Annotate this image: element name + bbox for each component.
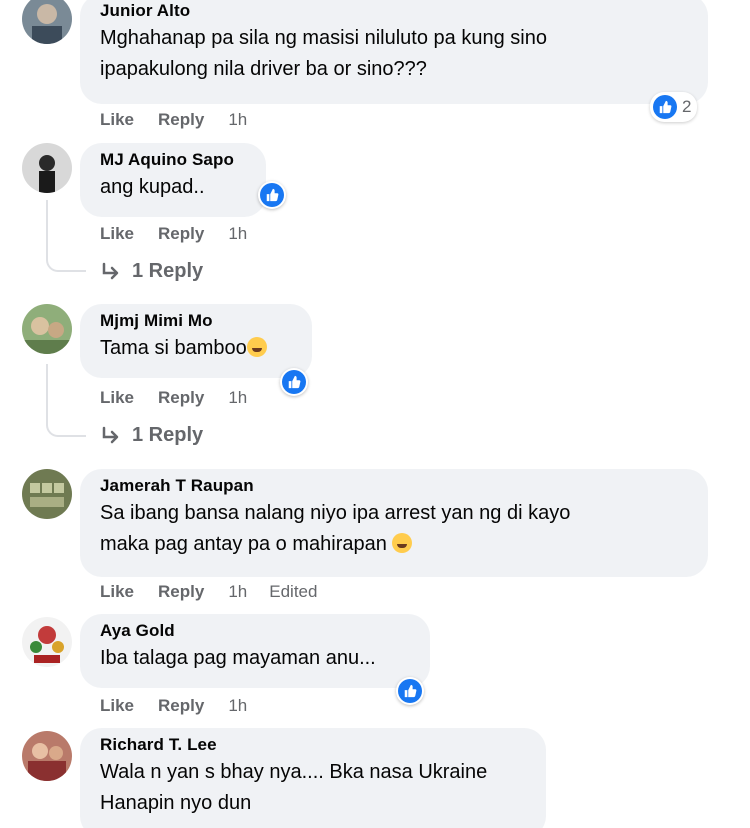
comment-timestamp[interactable]: 1h (228, 224, 247, 244)
like-link[interactable]: Like (100, 388, 134, 408)
comment-text-line: Iba talaga pag mayaman anu... (100, 647, 376, 669)
thumbs-up-icon[interactable] (258, 181, 286, 209)
thumbs-up-icon[interactable] (280, 368, 308, 396)
comment-text-line: ipapakulong nila driver ba or sino??? (100, 58, 427, 80)
edited-label[interactable]: Edited (269, 582, 317, 602)
thumbs-up-icon[interactable] (396, 677, 424, 705)
comment-author[interactable]: MJ Aquino Sapo (100, 150, 246, 170)
like-link[interactable]: Like (100, 224, 134, 244)
comment-bubble: Junior Alto Mghahanap pa sila ng masisi … (80, 0, 708, 104)
thread-connector (46, 364, 86, 437)
replies-count-label[interactable]: 1 Reply (132, 424, 203, 447)
comment-text-line: maka pag antay pa o mahirapan (100, 533, 387, 555)
comment-timestamp[interactable]: 1h (228, 582, 247, 602)
comment-bubble: MJ Aquino Sapo ang kupad.. (80, 143, 266, 217)
reply-link[interactable]: Reply (158, 388, 204, 408)
comment-text-line: Sa ibang bansa nalang niyo ipa arrest ya… (100, 502, 571, 524)
avatar[interactable] (22, 469, 72, 519)
thumbs-up-icon (652, 94, 678, 120)
comment-bubble: Aya Gold Iba talaga pag mayaman anu... (80, 614, 430, 688)
like-link[interactable]: Like (100, 696, 134, 716)
comment-timestamp[interactable]: 1h (228, 696, 247, 716)
comment-text-line: Wala n yan s bhay nya.... Bka nasa Ukrai… (100, 761, 488, 783)
avatar[interactable] (22, 617, 72, 667)
comment-author[interactable]: Junior Alto (100, 1, 688, 21)
reply-link[interactable]: Reply (158, 696, 204, 716)
comment-text-line: ang kupad.. (100, 176, 205, 198)
comment-author[interactable]: Aya Gold (100, 621, 410, 641)
view-replies-link[interactable]: 1 Reply (100, 260, 203, 283)
comment-actions: Like Reply 1h (100, 388, 269, 408)
avatar[interactable] (22, 0, 72, 44)
avatar[interactable] (22, 304, 72, 354)
view-replies-link[interactable]: 1 Reply (100, 424, 203, 447)
comment-text-line: Mghahanap pa sila ng masisi niluluto pa … (100, 27, 547, 49)
comment-text-line: Hanapin nyo dun (100, 792, 252, 814)
comment-timestamp[interactable]: 1h (228, 388, 247, 408)
comment-timestamp[interactable]: 1h (228, 110, 247, 130)
comment-actions: Like Reply 1h (100, 224, 269, 244)
like-link[interactable]: Like (100, 110, 134, 130)
reaction-summary[interactable]: 2 (650, 92, 698, 122)
reply-link[interactable]: Reply (158, 224, 204, 244)
comment-bubble: Jamerah T Raupan Sa ibang bansa nalang n… (80, 469, 708, 577)
reply-arrow-icon (102, 262, 119, 279)
comment-actions: Like Reply 1h (100, 696, 269, 716)
laughing-emoji-icon (392, 533, 413, 553)
comment-author[interactable]: Mjmj Mimi Mo (100, 311, 292, 331)
comment-actions: Like Reply 1h Edited (100, 582, 339, 602)
replies-count-label[interactable]: 1 Reply (132, 260, 203, 283)
comment-author[interactable]: Richard T. Lee (100, 735, 526, 755)
thread-connector (46, 200, 86, 272)
comment-text: Tama si bamboo (100, 333, 292, 364)
reply-link[interactable]: Reply (158, 582, 204, 602)
reaction-count: 2 (682, 97, 692, 116)
avatar[interactable] (22, 731, 72, 781)
avatar[interactable] (22, 143, 72, 193)
comment-bubble: Mjmj Mimi Mo Tama si bamboo (80, 304, 312, 378)
like-link[interactable]: Like (100, 582, 134, 602)
comment-actions: Like Reply 1h (100, 110, 269, 130)
laughing-emoji-icon (246, 337, 267, 357)
comment-text-line: Tama si bamboo (100, 337, 247, 359)
comment-author[interactable]: Jamerah T Raupan (100, 476, 688, 496)
reply-arrow-icon (102, 426, 119, 443)
comment-bubble: Richard T. Lee Wala n yan s bhay nya....… (80, 728, 546, 828)
reply-link[interactable]: Reply (158, 110, 204, 130)
comment-text: maka pag antay pa o mahirapan (100, 529, 688, 560)
